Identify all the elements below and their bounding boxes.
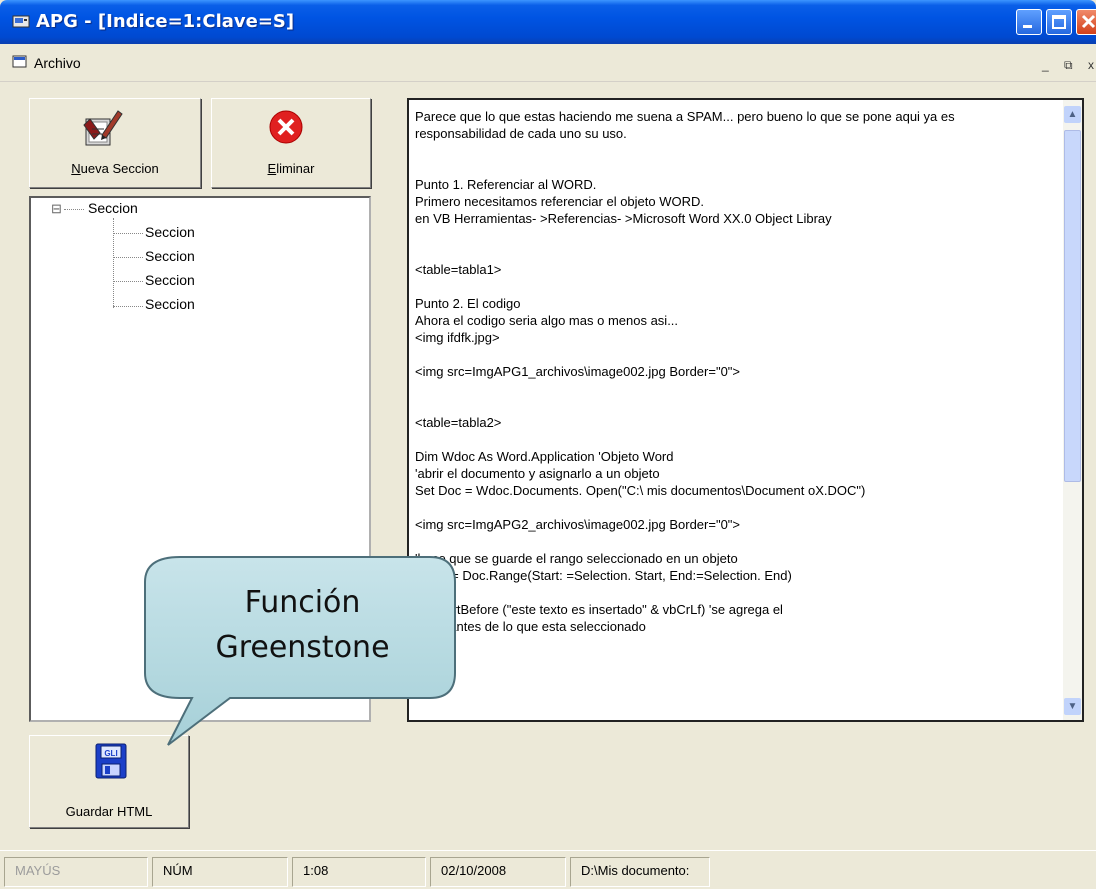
- tree-item-seccion[interactable]: Seccion: [145, 296, 195, 312]
- close-icon: [1081, 14, 1096, 29]
- save-floppy-icon: GLI: [95, 743, 127, 779]
- editor-line: Punto 1. Referenciar al WORD.: [415, 177, 597, 192]
- status-date: 02/10/2008: [430, 857, 566, 887]
- editor-scrollbar[interactable]: ▲ ▼: [1063, 100, 1082, 720]
- tree-item-seccion[interactable]: Seccion: [145, 248, 195, 264]
- mdi-close-button[interactable]: x: [1088, 58, 1094, 72]
- editor-line: Primero necesitamos referenciar el objet…: [415, 194, 704, 209]
- status-path: D:\Mis documento:: [570, 857, 710, 887]
- document-icon: [12, 55, 27, 68]
- app-icon: [12, 15, 30, 28]
- editor-line: <table=tabla1>: [415, 262, 502, 277]
- status-bar: MAYÚS NÚM 1:08 02/10/2008 D:\Mis documen…: [0, 850, 1096, 889]
- maximize-icon: [1052, 15, 1066, 29]
- editor-line: Punto 2. El codigo: [415, 296, 521, 311]
- editor-line: en VB Herramientas- >Referencias- >Micro…: [415, 211, 832, 226]
- editor-content: Parece que lo que estas haciendo me suen…: [415, 108, 1055, 635]
- editor-line: Ahora el codigo seria algo mas o menos a…: [415, 313, 679, 328]
- editor-line: <img src=ImgAPG2_archivos\image002.jpg B…: [415, 517, 741, 532]
- tree-root-seccion[interactable]: Seccion: [88, 200, 138, 216]
- delete-icon: [269, 110, 303, 144]
- editor-line: Set Doc = Wdoc.Documents. Open("C:\ mis …: [415, 483, 866, 498]
- minimize-icon: [1023, 25, 1032, 28]
- scroll-thumb[interactable]: [1064, 130, 1081, 482]
- editor-line: <img src=ImgAPG1_archivos\image002.jpg B…: [415, 364, 741, 379]
- nueva-seccion-button[interactable]: Nueva Seccion: [29, 98, 201, 188]
- editor-line: <img ifdfk.jpg>: [415, 330, 500, 345]
- editor-line: 'abrir el documento y asignarlo a un obj…: [415, 466, 660, 481]
- scroll-down-icon[interactable]: ▼: [1064, 698, 1081, 715]
- nueva-seccion-label: Nueva Seccion: [71, 161, 159, 176]
- editor-line: Parece que lo que estas haciendo me suen…: [415, 109, 955, 124]
- editor-line: R.InsertBefore ("este texto es insertado…: [415, 602, 783, 617]
- minimize-button[interactable]: [1016, 9, 1042, 35]
- edit-document-icon: [83, 110, 123, 146]
- window-title: APG - [Indice=1:Clave=S]: [36, 11, 295, 32]
- eliminar-button[interactable]: Eliminar: [211, 98, 371, 188]
- status-mayus: MAYÚS: [4, 857, 148, 887]
- window-titlebar: APG - [Indice=1:Clave=S]: [0, 0, 1096, 44]
- editor-line: 'texto antes de lo que esta seleccionado: [415, 619, 646, 634]
- editor-line: 'hace que se guarde el rango seleccionad…: [415, 551, 738, 566]
- guardar-html-label: Guardar HTML: [65, 804, 153, 819]
- editor-line: responsabilidad de cada uno su uso.: [415, 126, 627, 141]
- html-editor-textarea[interactable]: Parece que lo que estas haciendo me suen…: [407, 98, 1084, 722]
- editor-line: Dim Wdoc As Word.Application 'Objeto Wor…: [415, 449, 674, 464]
- eliminar-label: Eliminar: [267, 161, 315, 176]
- status-position: 1:08: [292, 857, 426, 887]
- editor-line: <table=tabla2>: [415, 415, 502, 430]
- editor-line: Set R = Doc.Range(Start: =Selection. Sta…: [415, 568, 792, 583]
- collapse-toggle-icon[interactable]: ⊟: [51, 201, 62, 217]
- mdi-restore-button[interactable]: ⧉: [1064, 58, 1073, 73]
- maximize-button[interactable]: [1046, 9, 1072, 35]
- tree-item-seccion[interactable]: Seccion: [145, 224, 195, 240]
- status-num: NÚM: [152, 857, 288, 887]
- callout-line-2: Greenstone: [215, 630, 390, 665]
- gli-label: GLI: [104, 749, 117, 758]
- menu-archivo[interactable]: Archivo: [34, 55, 81, 71]
- tree-item-seccion[interactable]: Seccion: [145, 272, 195, 288]
- scroll-up-icon[interactable]: ▲: [1064, 106, 1081, 123]
- close-button[interactable]: [1076, 9, 1096, 35]
- menu-bar: Archivo _ ⧉ x: [0, 44, 1096, 82]
- mdi-minimize-button[interactable]: _: [1042, 58, 1049, 72]
- callout-line-1: Función: [244, 585, 361, 620]
